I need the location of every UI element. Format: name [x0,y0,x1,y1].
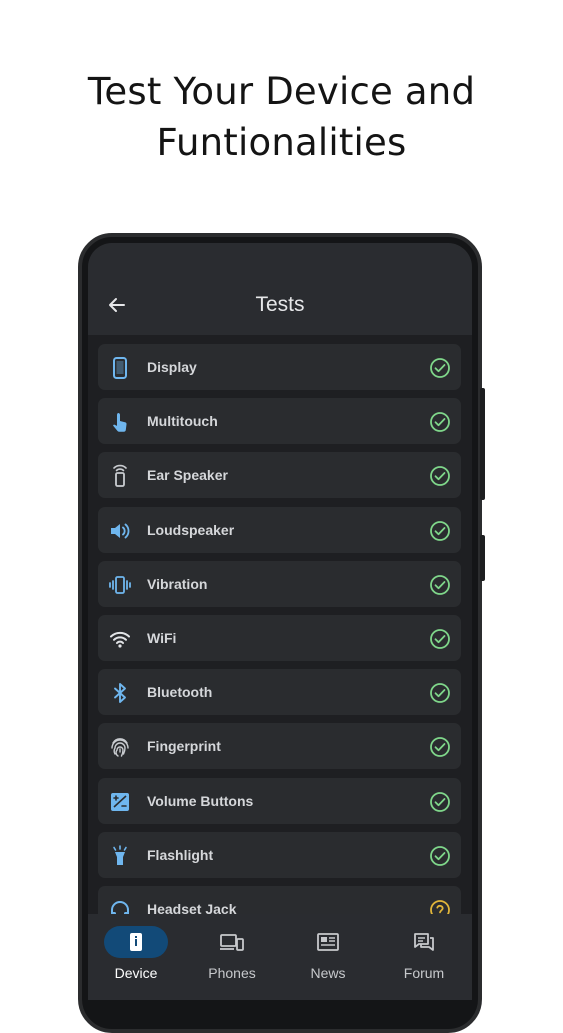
phone-side-button [480,535,485,581]
check-circle-icon [429,845,451,867]
check-circle-icon [429,411,451,433]
check-circle-icon [429,574,451,596]
app-bar: Tests [88,243,472,335]
tab-label: Device [114,965,158,981]
test-item-display[interactable]: Display [98,344,461,390]
phone-icon [108,356,132,380]
device-info-icon [104,926,168,958]
test-label: WiFi [147,629,177,646]
check-circle-icon [429,791,451,813]
bluetooth-icon [108,681,132,705]
vibration-icon [108,573,132,597]
page-title: Tests [255,293,305,316]
check-circle-icon [429,736,451,758]
ear-speaker-icon [108,464,132,488]
tab-forum[interactable]: Forum [376,914,472,994]
tab-phones[interactable]: Phones [184,914,280,994]
fingerprint-icon [108,735,132,759]
phones-icon [200,926,264,958]
speaker-icon [108,519,132,543]
headline: Test Your Device and Funtionalities [0,66,563,168]
tab-label: Phones [208,965,256,981]
test-label: Flashlight [147,846,214,863]
check-circle-icon [429,628,451,650]
test-label: Ear Speaker [147,467,228,484]
test-item-wifi[interactable]: WiFi [98,614,461,661]
phone-screen: Tests Display Multitouch Ear Speaker Lou… [88,243,472,1000]
check-circle-icon [429,682,451,704]
test-item-bluetooth[interactable]: Bluetooth [98,669,461,716]
test-item-ear-speaker[interactable]: Ear Speaker [98,452,461,499]
test-label: Multitouch [147,413,218,430]
news-icon [296,926,360,958]
test-label: Bluetooth [147,684,213,701]
test-item-vibration[interactable]: Vibration [98,560,461,607]
tab-news[interactable]: News [280,914,376,994]
check-circle-icon [429,357,451,379]
test-label: Volume Buttons [147,792,254,809]
test-item-fingerprint[interactable]: Fingerprint [98,723,461,770]
tab-label: Forum [403,965,445,981]
test-label: Vibration [147,575,208,592]
tab-label: News [310,965,346,981]
bottom-navigation: Device Phones News Forum [88,914,472,1000]
touch-icon [108,410,132,434]
test-label: Loudspeaker [147,521,235,538]
flashlight-icon [108,844,132,868]
headline-line-1: Test Your Device and [87,70,476,113]
tab-device[interactable]: Device [88,914,184,994]
headline-line-2: Funtionalities [156,121,407,164]
test-label: Display [147,359,197,375]
test-item-loudspeaker[interactable]: Loudspeaker [98,506,461,553]
phone-side-button [480,388,485,500]
check-circle-icon [429,465,451,487]
forum-icon [392,926,456,958]
wifi-icon [108,627,132,651]
test-label: Fingerprint [147,738,221,755]
test-item-flashlight[interactable]: Flashlight [98,831,461,878]
volume-buttons-icon [108,790,132,814]
test-item-multitouch[interactable]: Multitouch [98,398,461,445]
check-circle-icon [429,520,451,542]
test-list: Display Multitouch Ear Speaker Loudspeak… [98,344,461,940]
test-item-volume-buttons[interactable]: Volume Buttons [98,777,461,824]
